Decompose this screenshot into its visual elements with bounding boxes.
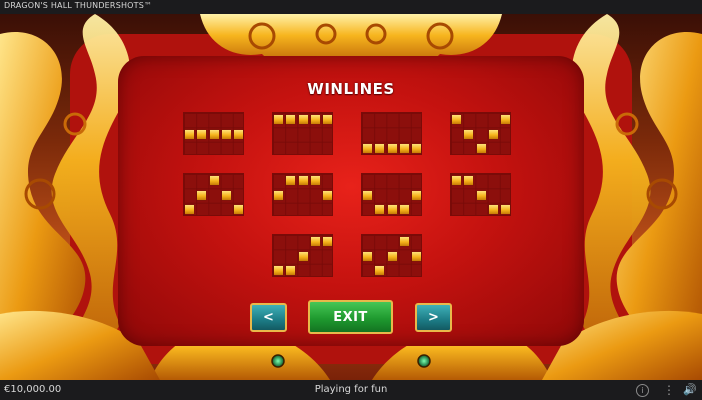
winline-cell [363,143,373,153]
winline-cell [274,265,284,275]
winline-cell [387,251,397,261]
winline-cell [221,129,231,139]
info-icon[interactable]: i [636,384,649,397]
winline-cell [399,143,409,153]
winline-cell [411,251,421,261]
winline-cell [476,143,486,153]
bottom-bar: €10,000.00 Playing for fun i ⋮ 🔊 [0,380,702,400]
winline-pattern [450,112,511,155]
winline-cell [274,115,284,125]
next-page-button[interactable]: > [415,303,452,332]
winline-pattern [361,112,422,155]
winline-cell [375,265,385,275]
winline-cell [452,115,462,125]
winline-cell [298,115,308,125]
winline-cell [399,204,409,214]
winline-pattern [450,173,511,216]
winline-cell [322,115,332,125]
winline-cell [464,176,474,186]
winline-pattern [361,173,422,216]
winline-cell [488,204,498,214]
winline-cell [322,237,332,247]
panel-title: WINLINES [307,80,395,98]
winline-cell [197,190,207,200]
winline-cell [286,265,296,275]
winline-cell [310,115,320,125]
winline-cell [500,204,510,214]
winline-cell [233,129,243,139]
winline-cell [363,190,373,200]
winline-cell [221,190,231,200]
winline-cell [411,190,421,200]
winline-pattern [183,173,244,216]
winline-cell [233,204,243,214]
exit-button[interactable]: EXIT [308,300,393,334]
game-screen: DRAGON'S HALL THUNDERSHOTS™ WINLINES < E… [0,0,702,400]
winline-cell [387,204,397,214]
winline-cell [476,190,486,200]
winline-cell [464,129,474,139]
winline-cell [322,190,332,200]
winline-pattern [272,234,333,277]
game-title: DRAGON'S HALL THUNDERSHOTS™ [4,1,153,10]
winline-cell [411,143,421,153]
winline-cell [274,190,284,200]
winline-cell [197,129,207,139]
winline-cell [363,251,373,261]
title-bar: DRAGON'S HALL THUNDERSHOTS™ [0,0,702,14]
winline-cell [185,129,195,139]
winline-pattern [183,112,244,155]
winline-cell [375,204,385,214]
winline-cell [488,129,498,139]
winline-cell [375,143,385,153]
winline-cell [286,176,296,186]
sound-icon[interactable]: 🔊 [683,383,697,397]
winline-cell [500,115,510,125]
winline-pattern [361,234,422,277]
winline-cell [209,129,219,139]
winline-cell [298,176,308,186]
winline-cell [399,237,409,247]
winline-cell [298,251,308,261]
winline-cell [185,204,195,214]
winline-cell [310,176,320,186]
winline-cell [452,176,462,186]
winline-cell [387,143,397,153]
menu-icon[interactable]: ⋮ [662,383,676,397]
winline-pattern [272,112,333,155]
play-mode-status: Playing for fun [314,384,388,395]
winline-cell [286,115,296,125]
previous-page-button[interactable]: < [250,303,287,332]
winline-pattern [272,173,333,216]
winline-cell [209,176,219,186]
winline-cell [310,237,320,247]
